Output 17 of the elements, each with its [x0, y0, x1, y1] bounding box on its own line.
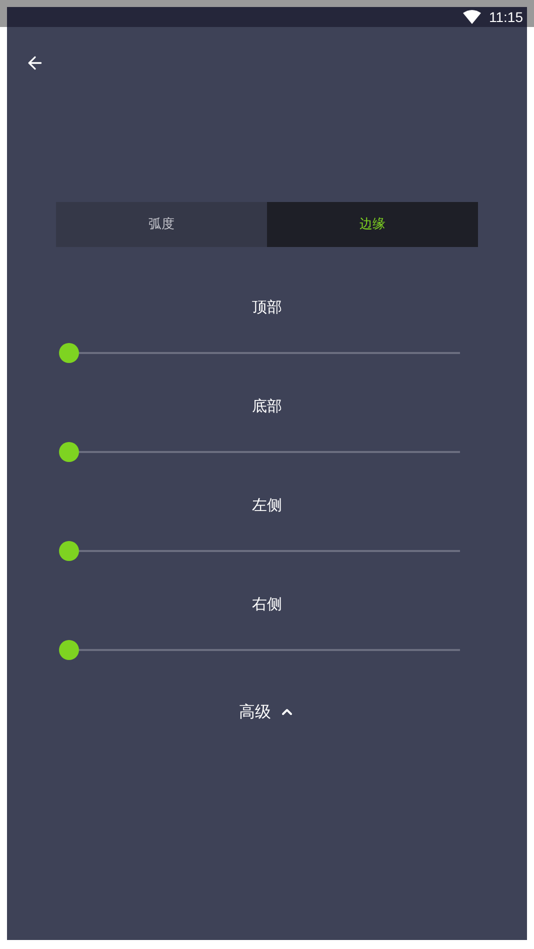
tab[interactable]: 弧度	[56, 202, 267, 247]
slider-thumb[interactable]	[59, 640, 79, 660]
slider-thumb[interactable]	[59, 442, 79, 462]
slider-label: 右侧	[252, 594, 282, 614]
clock: 11:15	[489, 8, 523, 26]
tab[interactable]: 边缘	[267, 202, 478, 247]
slider[interactable]	[59, 541, 460, 561]
slider[interactable]	[59, 442, 460, 462]
slider-label: 顶部	[252, 297, 282, 317]
slider-thumb[interactable]	[59, 541, 79, 561]
advanced-toggle[interactable]: 高级	[239, 700, 295, 724]
slider-thumb[interactable]	[59, 343, 79, 363]
slider[interactable]	[59, 343, 460, 363]
slider-label: 底部	[252, 396, 282, 416]
slider-label: 左侧	[252, 495, 282, 515]
wifi-icon	[463, 10, 481, 24]
slider[interactable]	[59, 640, 460, 660]
